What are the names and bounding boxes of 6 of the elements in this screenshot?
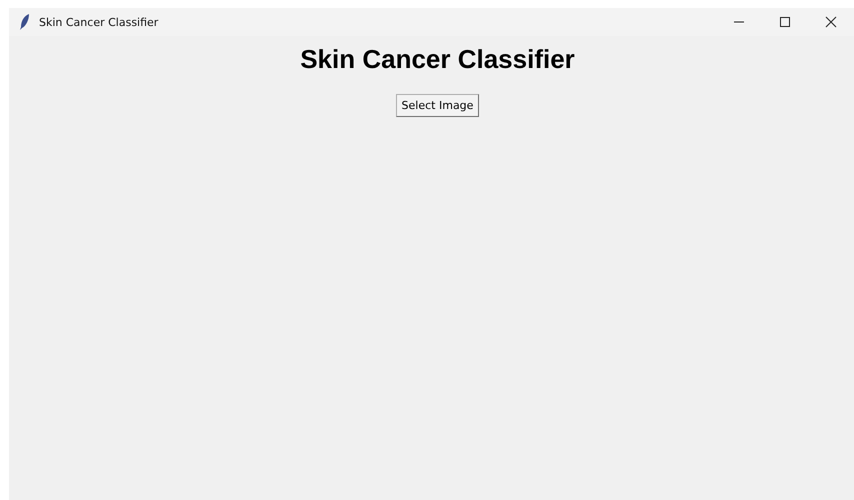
close-icon	[825, 16, 837, 28]
select-image-button[interactable]: Select Image	[396, 94, 480, 117]
app-heading: Skin Cancer Classifier	[300, 44, 575, 75]
window-title: Skin Cancer Classifier	[39, 16, 158, 28]
maximize-icon	[779, 16, 791, 28]
feather-icon	[20, 14, 30, 30]
